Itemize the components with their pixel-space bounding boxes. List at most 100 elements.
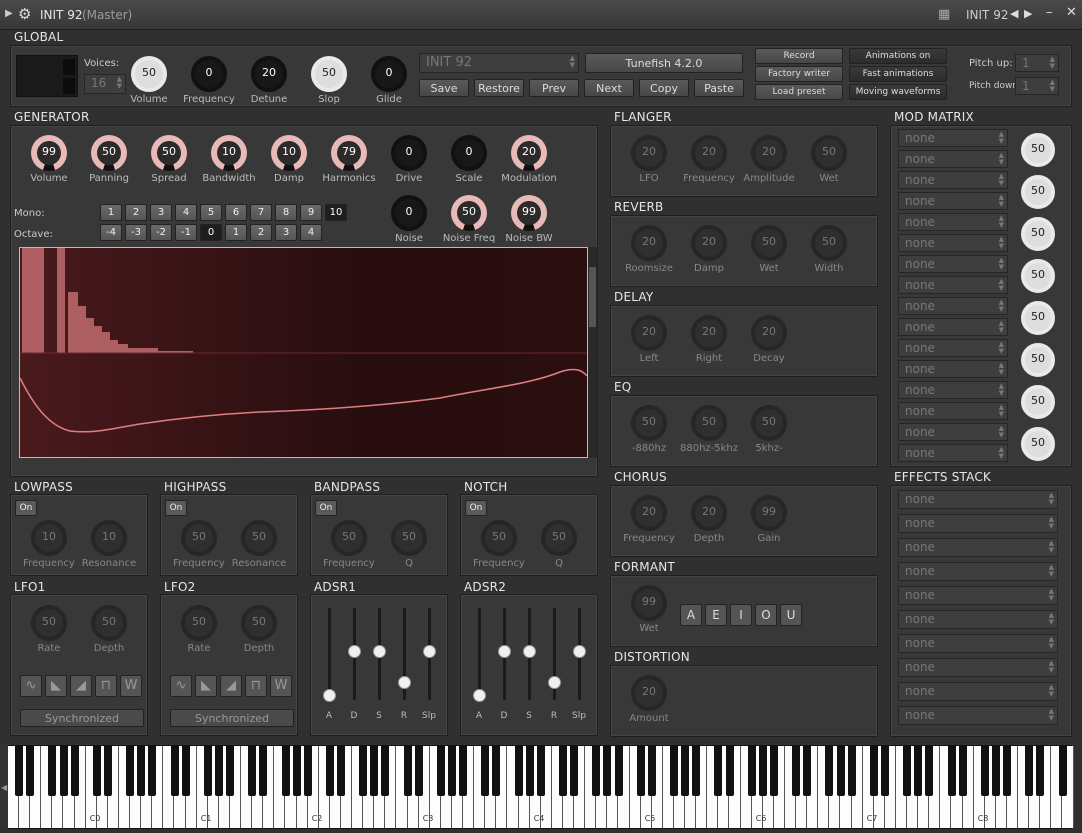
piano-black-key[interactable] xyxy=(381,746,390,796)
piano-black-key[interactable] xyxy=(725,746,734,796)
mod-amount-knob[interactable]: 50 xyxy=(1021,175,1055,209)
piano-black-key[interactable] xyxy=(869,746,878,796)
piano-black-key[interactable] xyxy=(769,746,778,796)
flanger-lfo-knob[interactable]: 20 xyxy=(631,135,667,171)
piano-black-key[interactable] xyxy=(647,746,656,796)
flanger-frequency-knob[interactable]: 20 xyxy=(691,135,727,171)
piano-black-key[interactable] xyxy=(226,746,234,796)
highpass-resonance-knob[interactable]: 50 xyxy=(241,520,277,556)
piano-black-key[interactable] xyxy=(126,746,135,796)
piano-black-key[interactable] xyxy=(914,746,923,796)
voices-select[interactable]: 16 ▲ ▼ xyxy=(84,74,126,94)
gen-panning-knob[interactable]: 50 xyxy=(91,135,127,171)
collapse-arrow-icon[interactable]: ▶ xyxy=(5,8,13,19)
piano-black-key[interactable] xyxy=(847,746,856,796)
piano-black-key[interactable] xyxy=(170,746,179,796)
piano-black-key[interactable] xyxy=(92,746,101,796)
chorus-gain-knob[interactable]: 99 xyxy=(751,495,787,531)
formant-wet-knob[interactable]: 99 xyxy=(631,585,667,621)
piano-black-key[interactable] xyxy=(259,746,268,796)
effect-slot[interactable]: none ▲ ▼ xyxy=(898,706,1058,725)
piano-black-key[interactable] xyxy=(181,746,190,796)
piano-black-key[interactable] xyxy=(15,746,24,796)
mono-10-button[interactable]: 10 xyxy=(325,204,347,221)
preset-name-field[interactable]: INIT 92 ▲ ▼ xyxy=(419,53,579,73)
fast-animations-button[interactable]: Fast animations xyxy=(849,66,947,82)
lfo1-depth-knob[interactable]: 50 xyxy=(91,605,127,641)
piano-black-key[interactable] xyxy=(414,746,423,796)
notch-q-knob[interactable]: 50 xyxy=(541,520,577,556)
chorus-frequency-knob[interactable]: 20 xyxy=(631,495,667,531)
lowpass-resonance-knob[interactable]: 10 xyxy=(91,520,127,556)
bandpass-q-knob[interactable]: 50 xyxy=(391,520,427,556)
lowpass-on-button[interactable]: On xyxy=(15,500,37,516)
version-button[interactable]: Tunefish 4.2.0 xyxy=(585,53,743,73)
piano-black-key[interactable] xyxy=(670,746,678,796)
next-button[interactable]: Next xyxy=(584,79,634,97)
adsr2-r-slider[interactable] xyxy=(548,675,561,689)
piano-black-key[interactable] xyxy=(603,746,612,796)
piano-black-key[interactable] xyxy=(481,746,490,796)
mod-slot[interactable]: none ▲ ▼ xyxy=(898,423,1008,441)
mod-slot[interactable]: none ▲ ▼ xyxy=(898,318,1008,336)
gen-modulation-knob[interactable]: 20 xyxy=(511,135,547,171)
piano-black-key[interactable] xyxy=(525,746,534,796)
piano-black-key[interactable] xyxy=(903,746,912,796)
next-arrow-icon[interactable]: ▶ xyxy=(1024,7,1032,20)
piano-black-key[interactable] xyxy=(59,746,68,796)
adsr1-a-track[interactable] xyxy=(328,608,331,700)
restore-button[interactable]: Restore xyxy=(474,79,524,97)
vowel-a-button[interactable]: A xyxy=(680,604,702,626)
global-detune-knob[interactable]: 20 xyxy=(251,56,287,92)
prev-button[interactable]: Prev xyxy=(529,79,579,97)
piano-black-key[interactable] xyxy=(570,746,579,796)
piano-black-key[interactable] xyxy=(880,746,889,796)
piano-black-key[interactable] xyxy=(248,746,257,796)
lfo1-noise-wave-button[interactable]: W xyxy=(120,675,142,697)
mono-3-button[interactable]: 3 xyxy=(150,204,172,221)
octave-1-5-button[interactable]: 1 xyxy=(225,224,247,241)
piano-black-key[interactable] xyxy=(448,746,456,796)
mono-1-button[interactable]: 1 xyxy=(100,204,122,221)
piano-black-key[interactable] xyxy=(137,746,146,796)
piano-black-key[interactable] xyxy=(359,746,368,796)
mod-amount-knob[interactable]: 50 xyxy=(1021,217,1055,251)
mono-5-button[interactable]: 5 xyxy=(200,204,222,221)
piano-black-key[interactable] xyxy=(403,746,412,796)
lfo2-saw-up-button[interactable]: ◢ xyxy=(220,675,242,697)
mod-slot[interactable]: none ▲ ▼ xyxy=(898,297,1008,315)
vowel-o-button[interactable]: O xyxy=(755,604,777,626)
effect-slot[interactable]: none ▲ ▼ xyxy=(898,634,1058,653)
piano-black-key[interactable] xyxy=(514,746,523,796)
piano-black-key[interactable] xyxy=(70,746,79,796)
lfo1-rate-knob[interactable]: 50 xyxy=(31,605,67,641)
piano-black-key[interactable] xyxy=(103,746,112,796)
piano-black-key[interactable] xyxy=(292,746,301,796)
lfo2-depth-knob[interactable]: 50 xyxy=(241,605,277,641)
gen-noise-freq-knob[interactable]: 50 xyxy=(451,195,487,231)
lfo2-saw-down-button[interactable]: ◣ xyxy=(195,675,217,697)
gen-volume-knob[interactable]: 99 xyxy=(31,135,67,171)
factory-writer-button[interactable]: Factory writer xyxy=(755,66,843,82)
vowel-e-button[interactable]: E xyxy=(705,604,727,626)
piano-black-key[interactable] xyxy=(303,746,312,796)
mod-amount-knob[interactable]: 50 xyxy=(1021,301,1055,335)
mod-slot[interactable]: none ▲ ▼ xyxy=(898,234,1008,252)
mod-slot[interactable]: none ▲ ▼ xyxy=(898,150,1008,168)
octave-3-7-button[interactable]: 3 xyxy=(275,224,297,241)
piano-keyboard[interactable]: C0 C1 C2 C3 C4 C5 C6 C7 C8 xyxy=(7,745,1074,829)
lfo2-noise-wave-button[interactable]: W xyxy=(270,675,292,697)
lfo2-square-wave-button[interactable]: ⊓ xyxy=(245,675,267,697)
flanger-amplitude-knob[interactable]: 20 xyxy=(751,135,787,171)
octave-0-4-button[interactable]: 0 xyxy=(200,224,222,241)
reverb-roomsize-knob[interactable]: 20 xyxy=(631,225,667,261)
global-slop-knob[interactable]: 50 xyxy=(311,56,347,92)
load-preset-button[interactable]: Load preset xyxy=(755,84,843,100)
vowel-i-button[interactable]: I xyxy=(730,604,752,626)
save-button[interactable]: Save xyxy=(419,79,469,97)
delay-decay-knob[interactable]: 20 xyxy=(751,315,787,351)
gen-scale-knob[interactable]: 0 xyxy=(451,135,487,171)
piano-black-key[interactable] xyxy=(636,746,645,796)
mod-amount-knob[interactable]: 50 xyxy=(1021,343,1055,377)
mono-6-button[interactable]: 6 xyxy=(225,204,247,221)
